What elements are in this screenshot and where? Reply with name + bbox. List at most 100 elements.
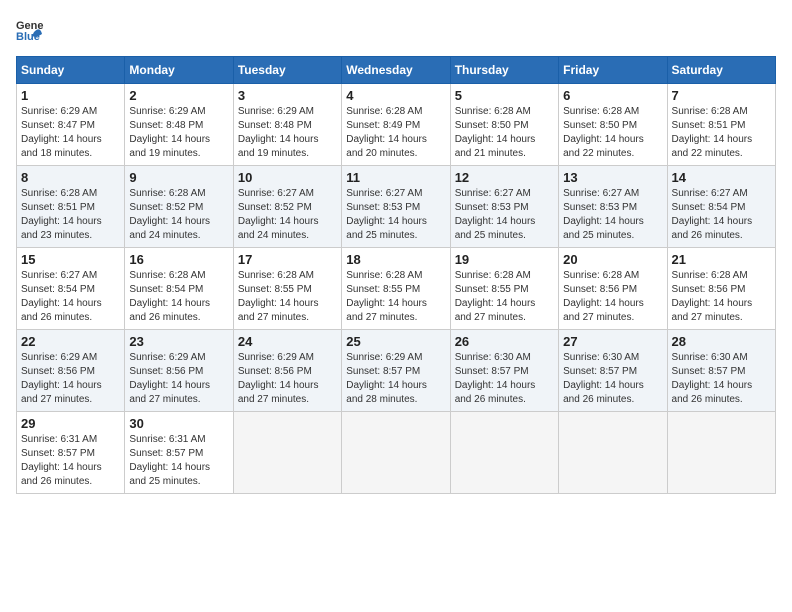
calendar-cell: 30 Sunrise: 6:31 AM Sunset: 8:57 PM Dayl…: [125, 412, 233, 494]
day-header-wednesday: Wednesday: [342, 57, 450, 84]
page-container: General Blue SundayMondayTuesdayWednesda…: [16, 16, 776, 494]
day-number: 29: [21, 416, 120, 431]
calendar-cell: 3 Sunrise: 6:29 AM Sunset: 8:48 PM Dayli…: [233, 84, 341, 166]
calendar-cell: 22 Sunrise: 6:29 AM Sunset: 8:56 PM Dayl…: [17, 330, 125, 412]
day-number: 12: [455, 170, 554, 185]
day-header-thursday: Thursday: [450, 57, 558, 84]
calendar-cell: 19 Sunrise: 6:28 AM Sunset: 8:55 PM Dayl…: [450, 248, 558, 330]
calendar-cell: 6 Sunrise: 6:28 AM Sunset: 8:50 PM Dayli…: [559, 84, 667, 166]
day-info: Sunrise: 6:30 AM Sunset: 8:57 PM Dayligh…: [563, 351, 662, 407]
day-number: 4: [346, 88, 445, 103]
calendar-cell: 23 Sunrise: 6:29 AM Sunset: 8:56 PM Dayl…: [125, 330, 233, 412]
day-info: Sunrise: 6:28 AM Sunset: 8:51 PM Dayligh…: [672, 105, 771, 161]
day-info: Sunrise: 6:27 AM Sunset: 8:54 PM Dayligh…: [672, 187, 771, 243]
calendar-cell: 14 Sunrise: 6:27 AM Sunset: 8:54 PM Dayl…: [667, 166, 775, 248]
day-number: 3: [238, 88, 337, 103]
calendar-cell: 20 Sunrise: 6:28 AM Sunset: 8:56 PM Dayl…: [559, 248, 667, 330]
day-number: 17: [238, 252, 337, 267]
day-number: 14: [672, 170, 771, 185]
logo: General Blue: [16, 16, 44, 44]
day-header-tuesday: Tuesday: [233, 57, 341, 84]
day-header-sunday: Sunday: [17, 57, 125, 84]
header: General Blue: [16, 16, 776, 44]
day-info: Sunrise: 6:28 AM Sunset: 8:52 PM Dayligh…: [129, 187, 228, 243]
calendar-cell: 15 Sunrise: 6:27 AM Sunset: 8:54 PM Dayl…: [17, 248, 125, 330]
calendar-cell: [450, 412, 558, 494]
day-info: Sunrise: 6:29 AM Sunset: 8:47 PM Dayligh…: [21, 105, 120, 161]
day-number: 22: [21, 334, 120, 349]
day-info: Sunrise: 6:29 AM Sunset: 8:48 PM Dayligh…: [238, 105, 337, 161]
day-number: 7: [672, 88, 771, 103]
day-number: 10: [238, 170, 337, 185]
calendar-cell: 4 Sunrise: 6:28 AM Sunset: 8:49 PM Dayli…: [342, 84, 450, 166]
day-info: Sunrise: 6:28 AM Sunset: 8:50 PM Dayligh…: [455, 105, 554, 161]
day-info: Sunrise: 6:31 AM Sunset: 8:57 PM Dayligh…: [21, 433, 120, 489]
calendar-cell: 24 Sunrise: 6:29 AM Sunset: 8:56 PM Dayl…: [233, 330, 341, 412]
day-number: 11: [346, 170, 445, 185]
day-info: Sunrise: 6:27 AM Sunset: 8:54 PM Dayligh…: [21, 269, 120, 325]
day-header-friday: Friday: [559, 57, 667, 84]
day-info: Sunrise: 6:28 AM Sunset: 8:55 PM Dayligh…: [455, 269, 554, 325]
day-number: 2: [129, 88, 228, 103]
calendar-table: SundayMondayTuesdayWednesdayThursdayFrid…: [16, 56, 776, 494]
day-info: Sunrise: 6:27 AM Sunset: 8:53 PM Dayligh…: [563, 187, 662, 243]
calendar-cell: 10 Sunrise: 6:27 AM Sunset: 8:52 PM Dayl…: [233, 166, 341, 248]
calendar-cell: 8 Sunrise: 6:28 AM Sunset: 8:51 PM Dayli…: [17, 166, 125, 248]
calendar-cell: 5 Sunrise: 6:28 AM Sunset: 8:50 PM Dayli…: [450, 84, 558, 166]
day-number: 8: [21, 170, 120, 185]
day-info: Sunrise: 6:27 AM Sunset: 8:53 PM Dayligh…: [455, 187, 554, 243]
day-number: 9: [129, 170, 228, 185]
day-number: 26: [455, 334, 554, 349]
day-info: Sunrise: 6:28 AM Sunset: 8:55 PM Dayligh…: [346, 269, 445, 325]
day-info: Sunrise: 6:30 AM Sunset: 8:57 PM Dayligh…: [672, 351, 771, 407]
day-info: Sunrise: 6:28 AM Sunset: 8:49 PM Dayligh…: [346, 105, 445, 161]
logo-icon: General Blue: [16, 16, 44, 44]
calendar-cell: 29 Sunrise: 6:31 AM Sunset: 8:57 PM Dayl…: [17, 412, 125, 494]
calendar-cell: 25 Sunrise: 6:29 AM Sunset: 8:57 PM Dayl…: [342, 330, 450, 412]
day-number: 23: [129, 334, 228, 349]
day-info: Sunrise: 6:28 AM Sunset: 8:55 PM Dayligh…: [238, 269, 337, 325]
calendar-cell: 17 Sunrise: 6:28 AM Sunset: 8:55 PM Dayl…: [233, 248, 341, 330]
calendar-cell: 16 Sunrise: 6:28 AM Sunset: 8:54 PM Dayl…: [125, 248, 233, 330]
day-info: Sunrise: 6:29 AM Sunset: 8:48 PM Dayligh…: [129, 105, 228, 161]
calendar-cell: 28 Sunrise: 6:30 AM Sunset: 8:57 PM Dayl…: [667, 330, 775, 412]
day-number: 6: [563, 88, 662, 103]
day-info: Sunrise: 6:28 AM Sunset: 8:51 PM Dayligh…: [21, 187, 120, 243]
day-number: 21: [672, 252, 771, 267]
day-number: 19: [455, 252, 554, 267]
day-number: 25: [346, 334, 445, 349]
day-header-monday: Monday: [125, 57, 233, 84]
calendar-cell: 9 Sunrise: 6:28 AM Sunset: 8:52 PM Dayli…: [125, 166, 233, 248]
day-info: Sunrise: 6:27 AM Sunset: 8:52 PM Dayligh…: [238, 187, 337, 243]
calendar-cell: 7 Sunrise: 6:28 AM Sunset: 8:51 PM Dayli…: [667, 84, 775, 166]
calendar-cell: 2 Sunrise: 6:29 AM Sunset: 8:48 PM Dayli…: [125, 84, 233, 166]
day-number: 27: [563, 334, 662, 349]
day-number: 28: [672, 334, 771, 349]
calendar-cell: [233, 412, 341, 494]
day-number: 5: [455, 88, 554, 103]
calendar-cell: [342, 412, 450, 494]
day-number: 30: [129, 416, 228, 431]
day-number: 20: [563, 252, 662, 267]
calendar-cell: 26 Sunrise: 6:30 AM Sunset: 8:57 PM Dayl…: [450, 330, 558, 412]
day-number: 13: [563, 170, 662, 185]
day-number: 15: [21, 252, 120, 267]
day-info: Sunrise: 6:28 AM Sunset: 8:54 PM Dayligh…: [129, 269, 228, 325]
day-header-saturday: Saturday: [667, 57, 775, 84]
day-info: Sunrise: 6:28 AM Sunset: 8:56 PM Dayligh…: [672, 269, 771, 325]
day-info: Sunrise: 6:31 AM Sunset: 8:57 PM Dayligh…: [129, 433, 228, 489]
day-info: Sunrise: 6:28 AM Sunset: 8:50 PM Dayligh…: [563, 105, 662, 161]
day-number: 24: [238, 334, 337, 349]
calendar-cell: [559, 412, 667, 494]
calendar-cell: 18 Sunrise: 6:28 AM Sunset: 8:55 PM Dayl…: [342, 248, 450, 330]
day-info: Sunrise: 6:29 AM Sunset: 8:56 PM Dayligh…: [129, 351, 228, 407]
calendar-cell: 13 Sunrise: 6:27 AM Sunset: 8:53 PM Dayl…: [559, 166, 667, 248]
day-info: Sunrise: 6:29 AM Sunset: 8:57 PM Dayligh…: [346, 351, 445, 407]
day-number: 18: [346, 252, 445, 267]
calendar-cell: 21 Sunrise: 6:28 AM Sunset: 8:56 PM Dayl…: [667, 248, 775, 330]
day-info: Sunrise: 6:28 AM Sunset: 8:56 PM Dayligh…: [563, 269, 662, 325]
calendar-cell: 11 Sunrise: 6:27 AM Sunset: 8:53 PM Dayl…: [342, 166, 450, 248]
day-number: 16: [129, 252, 228, 267]
day-number: 1: [21, 88, 120, 103]
calendar-cell: [667, 412, 775, 494]
